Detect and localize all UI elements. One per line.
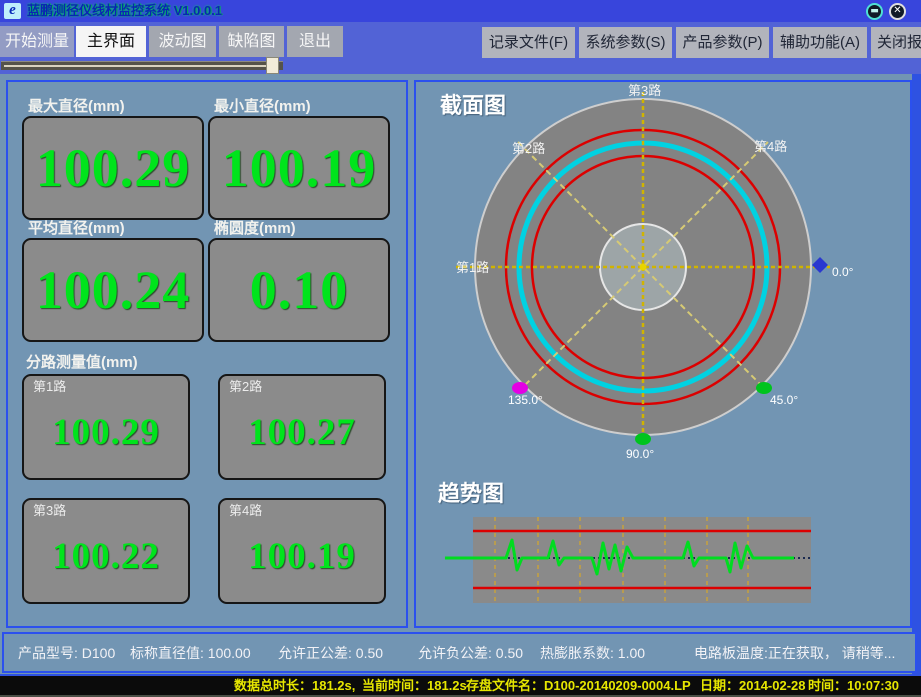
start-measure-button[interactable]: 开始测量 bbox=[0, 26, 74, 57]
plus-tolerance-value: 0.50 bbox=[356, 645, 383, 661]
tab-main-view[interactable]: 主界面 bbox=[76, 26, 146, 57]
time-display: 时间：10:07:30 bbox=[808, 678, 899, 693]
path2-display: 第2路 100.27 bbox=[218, 374, 386, 480]
board-temperature: 电路板温度:正在获取， 请稍等... bbox=[694, 645, 895, 661]
exit-button[interactable]: 退出 bbox=[287, 26, 343, 57]
section-path3-label: 第3路 bbox=[628, 83, 661, 98]
marker-0deg-icon bbox=[812, 257, 828, 273]
section-path4-label: 第4路 bbox=[754, 139, 787, 154]
avg-diameter-value: 100.24 bbox=[24, 240, 202, 340]
nominal-diameter-label: 标称直径值: bbox=[130, 645, 204, 661]
min-diameter-display: 100.19 bbox=[208, 116, 390, 220]
minus-tolerance: 允许负公差: 0.50 bbox=[418, 645, 523, 661]
angle-135-label: 135.0° bbox=[508, 393, 543, 407]
section-path1-label: 第1路 bbox=[456, 260, 489, 275]
path3-display: 第3路 100.22 bbox=[22, 498, 190, 604]
path2-label: 第2路 bbox=[229, 379, 262, 395]
board-temperature-value: 正在获取， 请稍等... bbox=[768, 645, 896, 661]
window-title: 蓝鹏测径仪线材监控系统 V1.0.0.1 bbox=[27, 3, 222, 19]
path4-label: 第4路 bbox=[229, 503, 262, 519]
board-temperature-label: 电路板温度: bbox=[694, 645, 768, 661]
max-diameter-value: 100.29 bbox=[24, 118, 202, 218]
product-model: 产品型号: D100 bbox=[18, 645, 115, 661]
ovality-label: 椭圆度(mm) bbox=[214, 220, 296, 238]
tab-fluctuation-chart[interactable]: 波动图 bbox=[149, 26, 216, 57]
avg-diameter-label: 平均直径(mm) bbox=[28, 220, 125, 238]
min-diameter-label: 最小直径(mm) bbox=[214, 98, 311, 116]
save-file-name: 存盘文件名：D100-20140209-0004.LP bbox=[466, 678, 691, 693]
minus-tolerance-value: 0.50 bbox=[496, 645, 523, 661]
path1-label: 第1路 bbox=[33, 379, 66, 395]
product-model-value: D100 bbox=[82, 645, 115, 661]
app-logo-icon: e bbox=[4, 3, 21, 19]
menu-close-alarm[interactable]: 关闭报警 bbox=[871, 27, 921, 58]
plus-tolerance-label: 允许正公差: bbox=[278, 645, 352, 661]
max-diameter-label: 最大直径(mm) bbox=[28, 98, 125, 116]
window-right-border bbox=[912, 74, 921, 675]
menu-system-params[interactable]: 系统参数(S) bbox=[579, 27, 672, 58]
trend-view-title: 趋势图 bbox=[438, 482, 504, 506]
menu-record-files[interactable]: 记录文件(F) bbox=[482, 27, 575, 58]
ovality-display: 0.10 bbox=[208, 238, 390, 342]
center-dot bbox=[640, 264, 647, 271]
scroll-slider-line bbox=[4, 65, 266, 67]
path1-display: 第1路 100.29 bbox=[22, 374, 190, 480]
graphics-panel: 截面图 0.0° 45.0° 90.0° 135.0° 第1路 第2路 第3路 … bbox=[414, 80, 912, 628]
thermal-coefficient-value: 1.00 bbox=[618, 645, 645, 661]
nominal-diameter: 标称直径值: 100.00 bbox=[130, 645, 251, 661]
marker-90deg-icon bbox=[635, 433, 651, 445]
plus-tolerance: 允许正公差: 0.50 bbox=[278, 645, 383, 661]
product-model-label: 产品型号: bbox=[18, 645, 78, 661]
angle-45-label: 45.0° bbox=[770, 393, 798, 407]
close-button[interactable]: ✕ bbox=[889, 3, 906, 20]
path4-display: 第4路 100.19 bbox=[218, 498, 386, 604]
paths-section-label: 分路测量值(mm) bbox=[26, 354, 138, 372]
title-bar: e 蓝鹏测径仪线材监控系统 V1.0.0.1 ▬ ✕ bbox=[0, 0, 921, 22]
thermal-coefficient-label: 热膨胀系数: bbox=[540, 645, 614, 661]
max-diameter-display: 100.29 bbox=[22, 116, 204, 220]
current-time: 当前时间：181.2s bbox=[362, 678, 467, 693]
date-display: 日期：2014-02-28 bbox=[700, 678, 806, 693]
minimize-button[interactable]: ▬ bbox=[866, 3, 883, 20]
angle-0-label: 0.0° bbox=[832, 265, 854, 279]
min-diameter-value: 100.19 bbox=[210, 118, 388, 218]
angle-90-label: 90.0° bbox=[626, 447, 654, 461]
ovality-value: 0.10 bbox=[210, 240, 388, 340]
trend-chart bbox=[436, 510, 826, 610]
minus-tolerance-label: 允许负公差: bbox=[418, 645, 492, 661]
time-info-bar: 数据总时长：181.2s, 当前时间：181.2s 存盘文件名：D100-201… bbox=[0, 676, 921, 695]
scroll-slider-handle[interactable] bbox=[266, 57, 279, 74]
menu-product-params[interactable]: 产品参数(P) bbox=[676, 27, 769, 58]
path3-label: 第3路 bbox=[33, 503, 66, 519]
toolbar: 开始测量 主界面 波动图 缺陷图 退出 记录文件(F) 系统参数(S) 产品参数… bbox=[0, 22, 921, 74]
readout-panel: 最大直径(mm) 最小直径(mm) 100.29 100.19 平均直径(mm)… bbox=[6, 80, 408, 628]
avg-diameter-display: 100.24 bbox=[22, 238, 204, 342]
tab-defect-chart[interactable]: 缺陷图 bbox=[219, 26, 284, 57]
cross-section-diagram: 0.0° 45.0° 90.0° 135.0° 第1路 第2路 第3路 第4路 bbox=[416, 82, 910, 502]
thermal-coefficient: 热膨胀系数: 1.00 bbox=[540, 645, 645, 661]
menu-bar: 记录文件(F) 系统参数(S) 产品参数(P) 辅助功能(A) 关闭报警 bbox=[482, 27, 921, 58]
section-path2-label: 第2路 bbox=[512, 141, 545, 156]
total-data-time: 数据总时长：181.2s, bbox=[234, 678, 355, 693]
nominal-diameter-value: 100.00 bbox=[208, 645, 251, 661]
menu-aux-functions[interactable]: 辅助功能(A) bbox=[773, 27, 867, 58]
status-bar: 产品型号: D100 标称直径值: 100.00 允许正公差: 0.50 允许负… bbox=[2, 632, 917, 673]
